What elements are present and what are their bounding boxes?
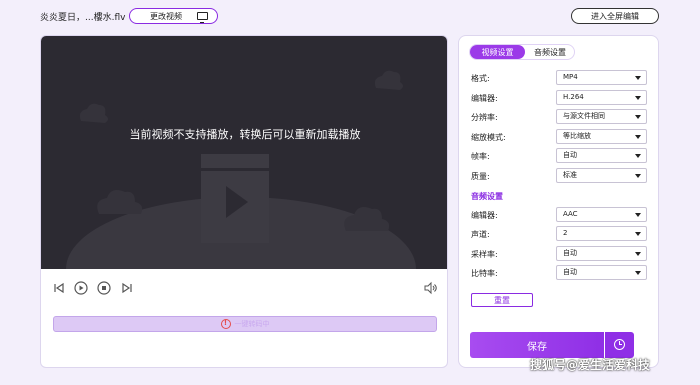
frame-rate-row: 帧率: 自动 — [471, 148, 649, 164]
sample-rate-select[interactable]: 自动 — [556, 246, 647, 261]
fullscreen-edit-button[interactable]: 进入全屏编辑 — [571, 8, 659, 24]
file-name: 炎炎夏日，...樓水.flv — [40, 13, 126, 23]
settings-panel: 视频设置 音频设置 格式: MP4 编辑器: H.264 分辨率: 与源文件相同… — [458, 35, 659, 368]
quality-row: 质量: 标准 — [471, 168, 649, 184]
monitor-icon — [197, 12, 208, 23]
channels-select[interactable]: 2 — [556, 226, 647, 241]
warning-icon: ! — [220, 319, 231, 329]
settings-tabs: 视频设置 音频设置 — [469, 44, 575, 60]
video-codec-label: 编辑器: — [471, 94, 498, 103]
channels-label: 声道: — [471, 230, 490, 239]
chevron-down-icon — [635, 252, 641, 256]
format-label: 格式: — [471, 74, 490, 83]
chevron-down-icon — [635, 232, 641, 236]
watermark: 搜狐号@爱生活爱科技 — [530, 358, 651, 372]
chevron-down-icon — [635, 154, 641, 158]
top-bar: 炎炎夏日，...樓水.flv 更改视频 进入全屏编辑 — [0, 0, 700, 34]
resolution-label: 分辨率: — [471, 113, 498, 122]
chevron-down-icon — [635, 271, 641, 275]
video-codec-row: 编辑器: H.264 — [471, 90, 649, 106]
channels-row: 声道: 2 — [471, 226, 649, 242]
bitrate-select[interactable]: 自动 — [556, 265, 647, 280]
audio-codec-row: 编辑器: AAC — [471, 207, 649, 223]
scale-mode-label: 缩放模式: — [471, 133, 506, 142]
progress-text: 一键转码中 — [234, 320, 270, 328]
sample-rate-label: 采样率: — [471, 250, 498, 259]
scale-mode-row: 缩放模式: 等比缩放 — [471, 129, 649, 145]
resolution-row: 分辨率: 与源文件相同 — [471, 109, 649, 125]
reset-button[interactable]: 重置 — [471, 293, 533, 307]
bitrate-label: 比特率: — [471, 269, 498, 278]
transcode-progress-bar[interactable]: ! 一键转码中 — [53, 316, 437, 332]
chevron-down-icon — [635, 135, 641, 139]
video-player: 当前视频不支持播放，转换后可以重新加载播放 ! 一键转码中 — [40, 35, 448, 368]
stop-icon[interactable] — [97, 281, 111, 295]
audio-codec-label: 编辑器: — [471, 211, 498, 220]
sample-rate-row: 采样率: 自动 — [471, 246, 649, 262]
scale-mode-select[interactable]: 等比缩放 — [556, 129, 647, 144]
quality-select[interactable]: 标准 — [556, 168, 647, 183]
chevron-down-icon — [635, 76, 641, 80]
audio-codec-select[interactable]: AAC — [556, 207, 647, 222]
next-frame-icon[interactable] — [120, 281, 134, 295]
chevron-down-icon — [635, 174, 641, 178]
video-codec-select[interactable]: H.264 — [556, 90, 647, 105]
bitrate-row: 比特率: 自动 — [471, 265, 649, 281]
change-video-label: 更改视频 — [150, 11, 182, 21]
chevron-down-icon — [635, 115, 641, 119]
play-icon[interactable] — [74, 281, 88, 295]
resolution-select[interactable]: 与源文件相同 — [556, 109, 647, 124]
change-video-button[interactable]: 更改视频 — [129, 8, 218, 24]
scheduled-save-button[interactable] — [605, 332, 634, 358]
prev-frame-icon[interactable] — [52, 281, 66, 295]
format-select[interactable]: MP4 — [556, 70, 647, 85]
save-button[interactable]: 保存 — [470, 332, 604, 358]
player-controls — [41, 269, 447, 309]
tab-audio-settings[interactable]: 音频设置 — [526, 45, 574, 59]
video-area[interactable]: 当前视频不支持播放，转换后可以重新加载播放 — [41, 36, 447, 269]
quality-label: 质量: — [471, 172, 490, 181]
audio-section-title: 音频设置 — [471, 192, 503, 201]
chevron-down-icon — [635, 213, 641, 217]
frame-rate-label: 帧率: — [471, 152, 490, 161]
volume-icon[interactable] — [423, 281, 437, 295]
unsupported-message: 当前视频不支持播放，转换后可以重新加载播放 — [129, 128, 361, 141]
chevron-down-icon — [635, 96, 641, 100]
tab-video-settings[interactable]: 视频设置 — [470, 45, 525, 59]
video-placeholder-illustration — [66, 70, 416, 269]
clock-icon — [614, 339, 625, 350]
frame-rate-select[interactable]: 自动 — [556, 148, 647, 163]
format-row: 格式: MP4 — [471, 70, 649, 86]
